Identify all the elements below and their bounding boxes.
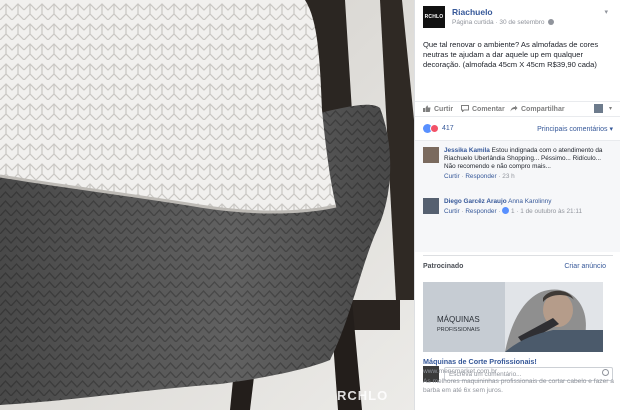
share-label: Compartilhar bbox=[521, 106, 565, 113]
post-photo[interactable]: RCHLO bbox=[0, 0, 414, 410]
mentioned-user[interactable]: Anna Karolinny bbox=[508, 198, 551, 205]
page-liked-label[interactable]: Página curtida bbox=[452, 19, 494, 26]
comment-like-count[interactable]: 1 bbox=[511, 208, 515, 215]
post-side-panel: RCHLO Riachuelo Página curtida · 30 de s… bbox=[414, 0, 620, 410]
share-button[interactable]: Compartilhar bbox=[510, 105, 565, 113]
page-avatar[interactable]: RCHLO bbox=[423, 6, 445, 28]
post-meta: Página curtida · 30 de setembro bbox=[452, 19, 555, 26]
like-label: Curtir bbox=[434, 106, 454, 113]
caret-down-icon[interactable]: ▾ bbox=[609, 105, 612, 112]
commenter-name[interactable]: Diego Garcêz Araujo bbox=[444, 198, 507, 205]
comment-icon bbox=[461, 105, 469, 112]
barber-ad-illustration: MÁQUINAS PROFISSIONAIS bbox=[423, 282, 603, 352]
like-count-icon bbox=[502, 207, 510, 215]
ad-image[interactable]: MÁQUINAS PROFISSIONAIS bbox=[423, 282, 603, 352]
ad-caption-line-1: MÁQUINAS bbox=[437, 315, 480, 324]
post-date[interactable]: 30 de setembro bbox=[499, 19, 544, 26]
chevron-down-icon[interactable]: ▾ bbox=[604, 8, 608, 16]
reactions-bar: 417 Principais comentários ▾ bbox=[423, 124, 613, 136]
comment-meta: Curtir · Responder · 1 · 1 de outubro às… bbox=[444, 207, 583, 216]
sponsored-label: Patrocinado bbox=[423, 263, 464, 270]
commenter-avatar[interactable] bbox=[423, 147, 439, 163]
comment-like-link[interactable]: Curtir bbox=[444, 173, 460, 180]
comment-like-link[interactable]: Curtir bbox=[444, 208, 460, 215]
commenter-name[interactable]: Jessika Kamila bbox=[444, 147, 490, 154]
comment-time[interactable]: 1 de outubro às 21:11 bbox=[520, 208, 582, 215]
ad-title-link[interactable]: Máquinas de Corte Profissionais! bbox=[423, 357, 537, 366]
comment-reply-link[interactable]: Responder bbox=[465, 208, 496, 215]
post-action-bar: Curtir Comentar Compartilhar ▾ bbox=[415, 101, 620, 117]
ad-description: As melhores maquininhas profissionais de… bbox=[423, 378, 614, 394]
viewer-avatar[interactable] bbox=[594, 104, 603, 113]
like-button[interactable]: Curtir bbox=[423, 105, 453, 113]
post-text: Que tal renovar o ambiente? As almofadas… bbox=[423, 40, 599, 70]
brand-watermark: RCHLO bbox=[337, 388, 389, 403]
love-reaction-icon[interactable] bbox=[430, 124, 439, 133]
share-icon bbox=[510, 105, 518, 112]
pillows-illustration bbox=[0, 0, 414, 410]
comment-body: Diego Garcêz Araujo Anna Karolinny Curti… bbox=[444, 198, 612, 216]
reaction-count[interactable]: 417 bbox=[442, 125, 454, 132]
ad-caption-line-2: PROFISSIONAIS bbox=[437, 327, 480, 333]
comment-button[interactable]: Comentar bbox=[461, 105, 505, 113]
camera-icon[interactable] bbox=[602, 369, 609, 376]
comment-reply-link[interactable]: Responder bbox=[465, 173, 496, 180]
comment-meta: Curtir · Responder · 23 h bbox=[444, 172, 515, 180]
comment-time[interactable]: 23 h bbox=[502, 173, 514, 180]
ad-url[interactable]: www.mensmarket.com.br bbox=[423, 368, 497, 375]
create-ad-link[interactable]: Criar anúncio bbox=[564, 263, 606, 270]
comments-section: Jessika Kamila Estou indignada com o ate… bbox=[415, 140, 620, 382]
page-name-link[interactable]: Riachuelo bbox=[452, 7, 493, 17]
comment-body: Jessika Kamila Estou indignada com o ate… bbox=[444, 147, 612, 181]
thumbs-up-icon bbox=[423, 105, 431, 112]
commenter-avatar[interactable] bbox=[423, 198, 439, 214]
post-header: RCHLO Riachuelo Página curtida · 30 de s… bbox=[415, 0, 620, 36]
globe-icon bbox=[548, 19, 555, 25]
section-divider bbox=[423, 255, 613, 256]
comment-sort-dropdown[interactable]: Principais comentários ▾ bbox=[537, 125, 613, 133]
comment-label: Comentar bbox=[472, 106, 505, 113]
